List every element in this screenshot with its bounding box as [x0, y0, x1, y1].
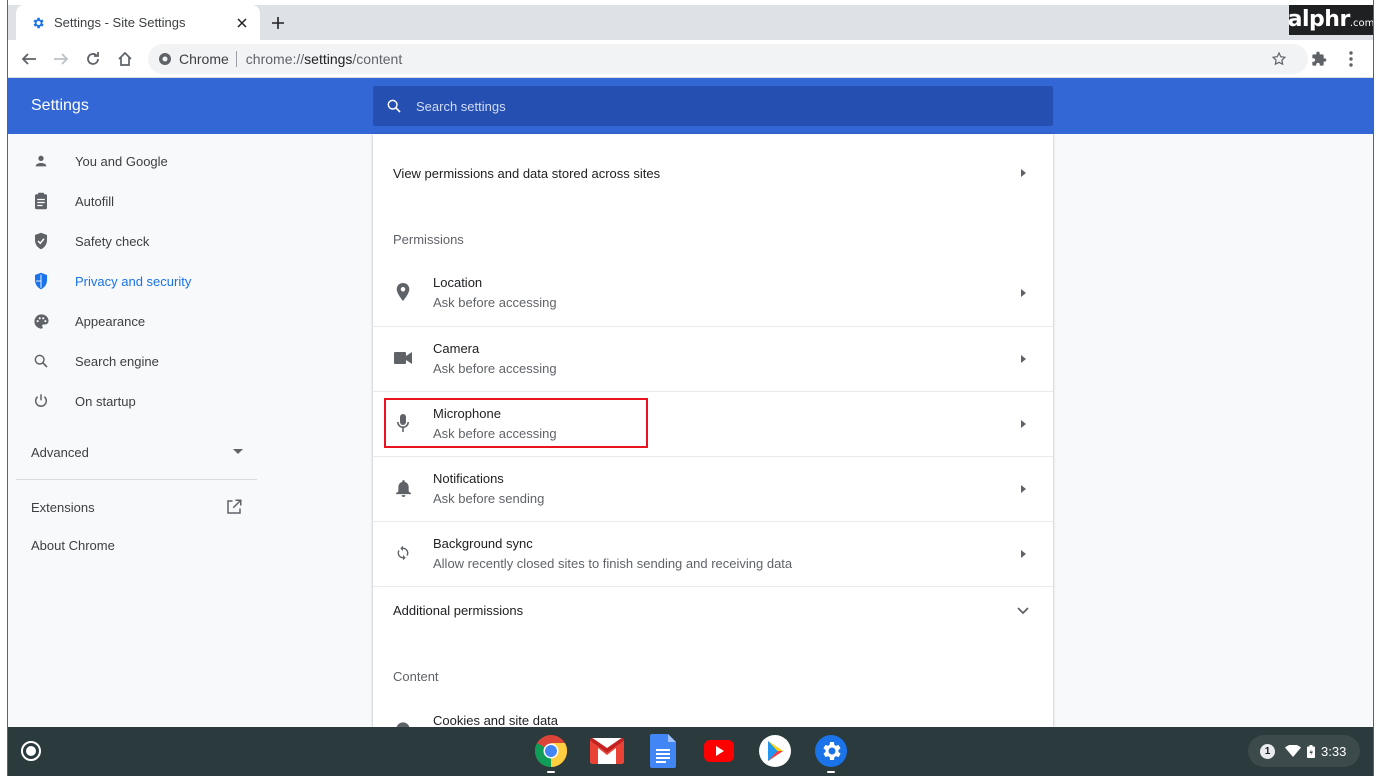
window-border [7, 0, 1374, 778]
screen-bottom-edge [0, 776, 1381, 783]
browser-window: Settings - Site Settings alphr .com Chrom… [0, 0, 1381, 783]
